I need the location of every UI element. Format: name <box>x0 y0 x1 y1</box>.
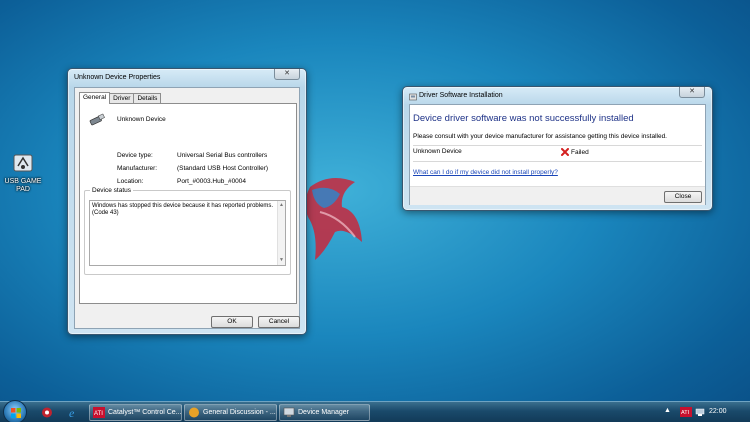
desktop-icon-label: USB GAME PAD <box>4 178 42 193</box>
svg-text:ATI: ATI <box>94 411 103 417</box>
scroll-up-icon[interactable]: ▲ <box>279 202 284 209</box>
device-status-row: Unknown Device Failed <box>413 148 702 158</box>
help-link[interactable]: What can I do if my device did not insta… <box>413 169 558 176</box>
close-icon: ✕ <box>284 70 290 77</box>
driver-install-window: Driver Software Installation ✕ Device dr… <box>402 86 713 211</box>
location-value: Port_#0003.Hub_#0004 <box>177 178 247 185</box>
window-title: Unknown Device Properties <box>74 74 161 81</box>
location-label: Location: <box>117 178 144 185</box>
taskbar-button-label: Catalyst™ Control Ce... <box>108 409 182 416</box>
window-client: Device driver software was not successfu… <box>409 104 706 205</box>
taskbar-button-general-discussion[interactable]: General Discussion - ... <box>184 404 277 421</box>
ati-icon: ATI <box>93 407 105 418</box>
divider <box>413 145 702 146</box>
cancel-button[interactable]: Cancel <box>258 316 300 328</box>
taskbar-button-device-manager[interactable]: Device Manager <box>279 404 370 421</box>
taskbar-button-label: General Discussion - ... <box>203 409 276 416</box>
ok-button[interactable]: OK <box>211 316 253 328</box>
quicklaunch-media-icon[interactable] <box>40 406 54 419</box>
device-status-group: Device status Windows has stopped this d… <box>84 187 291 275</box>
clock[interactable]: 22:00 <box>709 408 727 415</box>
tab-general[interactable]: General <box>79 92 111 104</box>
taskbar-button-label: Device Manager <box>298 409 349 416</box>
window-client: General Driver Details Unknown Device De… <box>74 87 300 329</box>
close-icon: ✕ <box>689 88 695 95</box>
close-button[interactable]: Close <box>664 191 702 203</box>
windows-logo-icon <box>11 408 21 418</box>
wallpaper-fish <box>305 178 362 260</box>
usb-game-pad-shortcut[interactable]: USB GAME PAD <box>2 152 44 194</box>
install-status-text: Failed <box>571 148 589 156</box>
device-type-value: Universal Serial Bus controllers <box>177 152 268 159</box>
gamepad-icon <box>13 154 33 172</box>
device-status-text[interactable]: Windows has stopped this device because … <box>89 200 286 266</box>
general-tab-page: Unknown Device Device type: Universal Se… <box>79 103 297 304</box>
device-properties-window: Unknown Device Properties ✕ General Driv… <box>67 68 307 335</box>
internet-explorer-icon[interactable]: e <box>67 406 81 419</box>
driver-install-icon <box>409 93 417 101</box>
device-manager-icon <box>283 407 295 417</box>
usb-device-icon <box>89 113 105 126</box>
manufacturer-value: (Standard USB Host Controller) <box>177 165 269 172</box>
svg-text:e: e <box>69 406 75 419</box>
window-title: Driver Software Installation <box>419 92 503 99</box>
device-type-label: Device type: <box>117 152 153 159</box>
scroll-down-icon[interactable]: ▼ <box>279 257 284 264</box>
ati-tray-icon[interactable]: ATI <box>680 407 692 417</box>
failed-x-icon <box>561 148 569 156</box>
device-status-title: Device status <box>90 187 134 194</box>
dialog-footer: Close <box>410 186 705 205</box>
network-icon[interactable] <box>695 407 705 417</box>
device-name: Unknown Device <box>117 116 166 123</box>
start-button[interactable] <box>3 400 27 422</box>
manufacturer-label: Manufacturer: <box>117 165 158 172</box>
svg-text:ATI: ATI <box>681 410 690 416</box>
status-message: Windows has stopped this device because … <box>92 203 274 216</box>
consult-message: Please consult with your device manufact… <box>413 133 667 140</box>
status-scrollbar[interactable]: ▲ ▼ <box>277 201 285 265</box>
install-failed-heading: Device driver software was not successfu… <box>413 113 634 124</box>
taskbar-button-catalyst[interactable]: ATI Catalyst™ Control Ce... <box>89 404 182 421</box>
tray-expand-icon[interactable]: ▲ <box>664 407 674 417</box>
device-name: Unknown Device <box>413 148 462 155</box>
close-button[interactable]: ✕ <box>274 69 300 80</box>
close-window-button[interactable]: ✕ <box>679 87 705 98</box>
taskbar: e ATI Catalyst™ Control Ce... General Di… <box>0 400 750 422</box>
browser-icon <box>189 407 199 418</box>
divider <box>413 161 702 162</box>
install-status: Failed <box>561 148 589 156</box>
